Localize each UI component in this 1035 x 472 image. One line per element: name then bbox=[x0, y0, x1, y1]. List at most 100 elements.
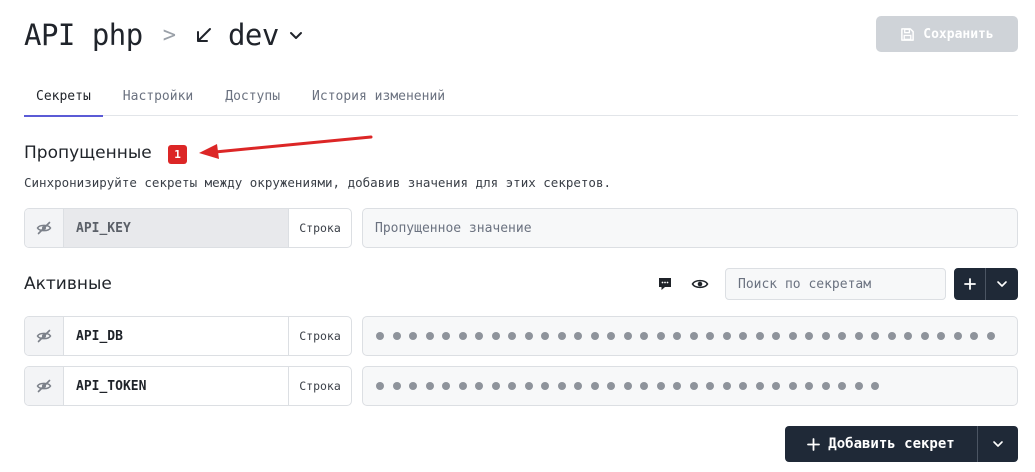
mask-dot bbox=[508, 382, 516, 390]
mask-dot bbox=[821, 332, 830, 340]
plus-icon bbox=[807, 437, 821, 451]
secret-type-select[interactable]: Строка bbox=[289, 317, 351, 355]
secret-search-input[interactable] bbox=[725, 268, 946, 300]
mask-dot bbox=[541, 332, 549, 340]
environment-name[interactable]: dev bbox=[228, 18, 279, 52]
chevron-down-icon[interactable] bbox=[289, 28, 303, 42]
mask-dot bbox=[689, 332, 698, 340]
mask-dot bbox=[491, 332, 500, 340]
mask-dot bbox=[788, 332, 797, 340]
mask-dot bbox=[755, 382, 764, 390]
floppy-disk-icon bbox=[901, 27, 915, 41]
masked-value bbox=[375, 332, 995, 340]
mask-dot bbox=[656, 332, 665, 340]
mask-dot bbox=[425, 382, 434, 390]
secret-type-select[interactable]: Строка bbox=[289, 367, 351, 405]
mask-dot bbox=[491, 382, 500, 390]
mask-dot bbox=[640, 332, 648, 340]
mask-dot bbox=[871, 382, 879, 390]
mask-dot bbox=[673, 382, 681, 390]
breadcrumb-separator: > bbox=[162, 22, 176, 48]
mask-dot bbox=[920, 332, 929, 340]
secret-key-row: API_KEY Строка bbox=[24, 208, 352, 248]
secret-key-row: API_TOKEN Строка bbox=[24, 366, 352, 406]
mask-dot bbox=[475, 382, 483, 390]
mask-dot bbox=[953, 332, 962, 340]
mask-dot bbox=[755, 332, 764, 340]
visibility-toggle[interactable] bbox=[25, 209, 64, 247]
mask-dot bbox=[689, 382, 698, 390]
mask-dot bbox=[409, 332, 417, 340]
mask-dot bbox=[574, 382, 582, 390]
secret-key-name[interactable]: API_DB bbox=[64, 317, 289, 355]
mask-dot bbox=[739, 382, 747, 390]
reveal-all-toggle[interactable] bbox=[691, 275, 709, 293]
mask-dot bbox=[442, 332, 450, 340]
tab-settings[interactable]: Настройки bbox=[111, 76, 205, 116]
add-secret-quick-button[interactable] bbox=[954, 268, 985, 300]
save-button[interactable]: Сохранить bbox=[876, 16, 1018, 52]
secret-type-select[interactable]: Строка bbox=[289, 209, 351, 247]
eye-off-icon bbox=[36, 329, 52, 343]
annotation-arrow bbox=[199, 135, 373, 159]
mask-dot bbox=[442, 382, 450, 390]
mask-dot bbox=[557, 332, 566, 340]
mask-dot bbox=[673, 332, 681, 340]
tab-history[interactable]: История изменений bbox=[300, 76, 457, 116]
mask-dot bbox=[772, 382, 780, 390]
mask-dot bbox=[739, 332, 747, 340]
arrow-down-left-icon bbox=[196, 28, 211, 42]
mask-dot bbox=[409, 382, 417, 390]
mask-dot bbox=[904, 332, 912, 340]
missing-description: Синхронизируйте секреты между окружениям… bbox=[24, 175, 611, 190]
mask-dot bbox=[508, 332, 516, 340]
eye-off-icon bbox=[36, 221, 52, 235]
mask-dot bbox=[607, 332, 615, 340]
comment-toggle[interactable] bbox=[656, 275, 674, 293]
secret-key-name[interactable]: API_KEY bbox=[64, 209, 289, 247]
save-button-label: Сохранить bbox=[923, 26, 994, 42]
mask-dot bbox=[392, 332, 401, 340]
tab-access[interactable]: Доступы bbox=[213, 76, 292, 116]
breadcrumb: API php > dev bbox=[24, 14, 303, 56]
mask-dot bbox=[722, 332, 731, 340]
mask-dot bbox=[871, 332, 879, 340]
visibility-toggle[interactable] bbox=[25, 367, 64, 405]
eye-icon bbox=[691, 279, 709, 289]
mask-dot bbox=[656, 382, 665, 390]
chevron-down-icon bbox=[993, 441, 1003, 447]
mask-dot bbox=[376, 382, 384, 390]
mask-dot bbox=[541, 382, 549, 390]
mask-dot bbox=[590, 382, 599, 390]
project-name[interactable]: API php bbox=[24, 18, 143, 52]
mask-dot bbox=[772, 332, 780, 340]
mask-dot bbox=[821, 382, 830, 390]
add-secret-button[interactable]: Добавить секрет bbox=[785, 426, 977, 462]
mask-dot bbox=[458, 332, 467, 340]
mask-dot bbox=[590, 332, 599, 340]
secret-value-field[interactable] bbox=[362, 366, 1018, 406]
missing-value-input[interactable]: Пропущенное значение bbox=[362, 208, 1018, 248]
plus-icon bbox=[963, 278, 976, 290]
eye-off-icon bbox=[36, 379, 52, 393]
mask-dot bbox=[788, 382, 797, 390]
add-secret-options-button[interactable] bbox=[978, 426, 1018, 462]
mask-dot bbox=[854, 332, 863, 340]
mask-dot bbox=[425, 332, 434, 340]
visibility-toggle[interactable] bbox=[25, 317, 64, 355]
tab-secrets[interactable]: Секреты bbox=[24, 76, 103, 117]
secret-value-field[interactable] bbox=[362, 316, 1018, 356]
mask-dot bbox=[524, 382, 533, 390]
secret-key-name[interactable]: API_TOKEN bbox=[64, 367, 289, 405]
mask-dot bbox=[607, 382, 615, 390]
mask-dot bbox=[838, 332, 846, 340]
more-options-button[interactable] bbox=[986, 268, 1018, 300]
comment-icon bbox=[659, 278, 671, 290]
mask-dot bbox=[524, 332, 533, 340]
add-secret-split-button: Добавить секрет bbox=[785, 426, 1018, 462]
masked-value bbox=[375, 382, 879, 390]
tab-bar: Секреты Настройки Доступы История измене… bbox=[24, 76, 1018, 117]
mask-dot bbox=[706, 382, 714, 390]
mask-dot bbox=[458, 382, 467, 390]
chevron-down-icon bbox=[997, 281, 1007, 287]
